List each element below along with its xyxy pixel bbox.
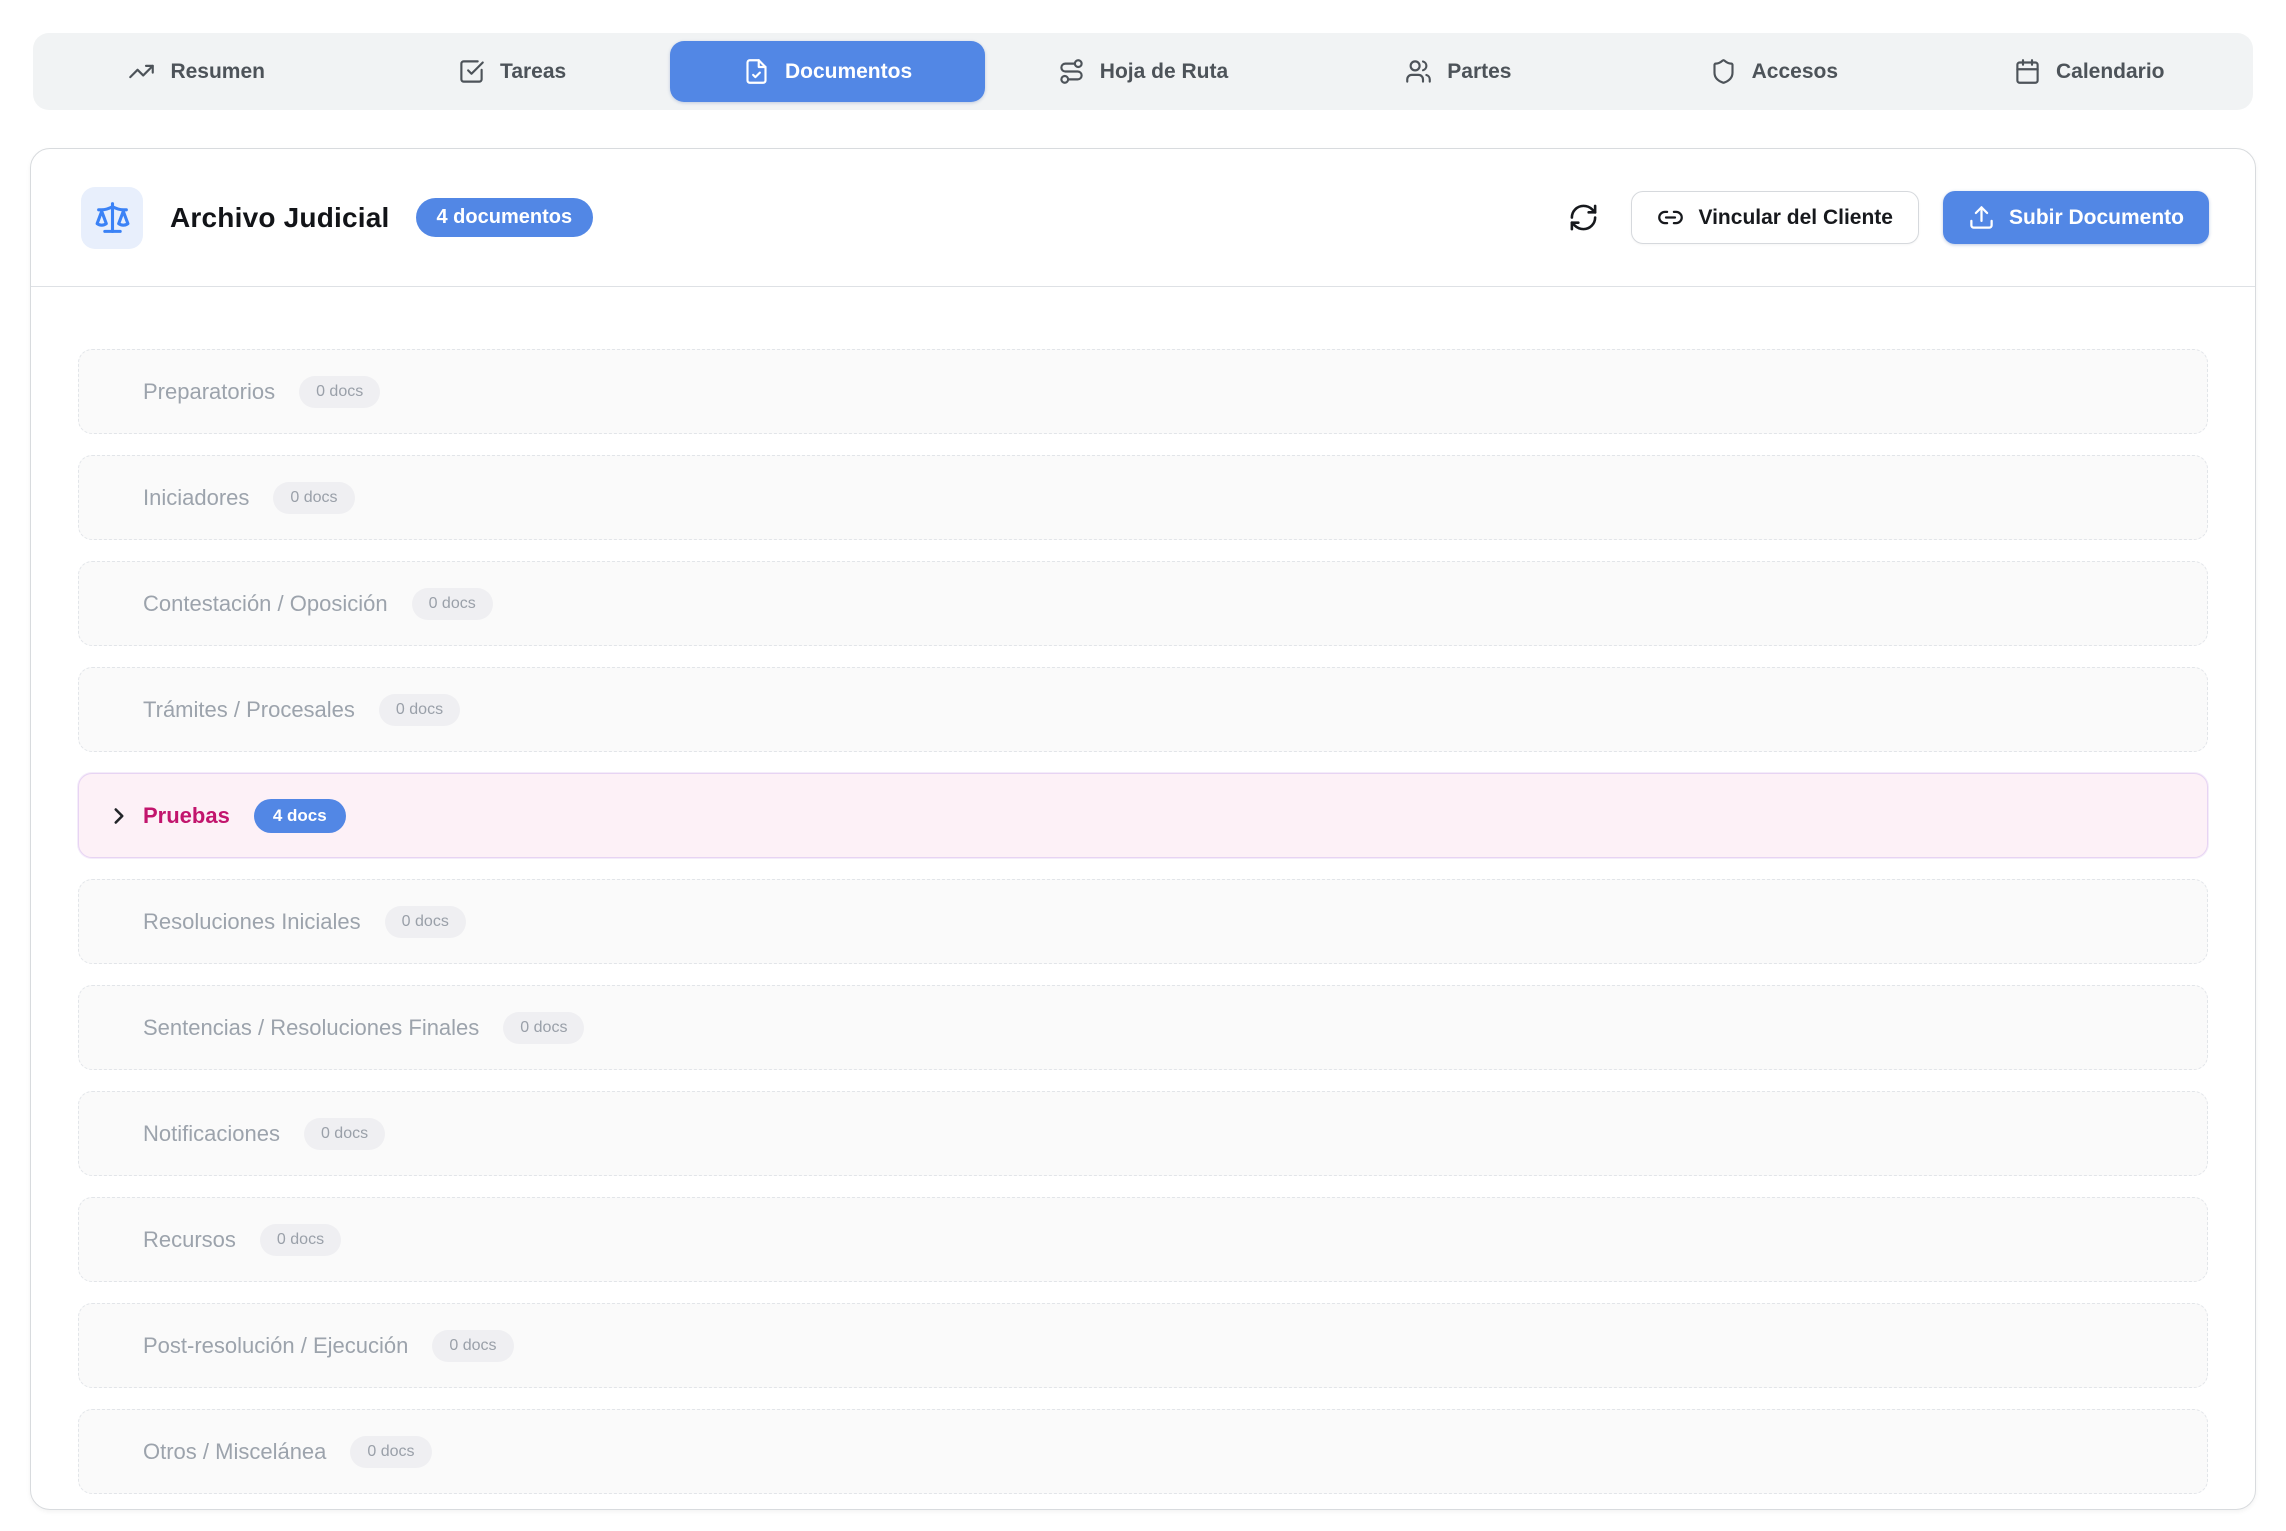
category-label: Preparatorios xyxy=(143,379,275,405)
category-row-resoluciones-iniciales[interactable]: Resoluciones Iniciales 0 docs xyxy=(78,879,2208,964)
category-row-preparatorios[interactable]: Preparatorios 0 docs xyxy=(78,349,2208,434)
category-row-otros-miscelanea[interactable]: Otros / Miscelánea 0 docs xyxy=(78,1409,2208,1494)
section-tabbar: Resumen Tareas Documentos Hoja de Ruta P… xyxy=(33,33,2253,110)
tab-calendario[interactable]: Calendario xyxy=(1932,41,2247,102)
tab-accesos[interactable]: Accesos xyxy=(1616,41,1931,102)
tab-tareas[interactable]: Tareas xyxy=(354,41,669,102)
category-label: Recursos xyxy=(143,1227,236,1253)
upload-document-button[interactable]: Subir Documento xyxy=(1943,191,2209,244)
shield-icon xyxy=(1710,58,1737,85)
tab-label: Documentos xyxy=(785,60,912,84)
category-count-badge: 0 docs xyxy=(412,588,493,620)
category-row-tramites-procesales[interactable]: Trámites / Procesales 0 docs xyxy=(78,667,2208,752)
category-count-badge: 0 docs xyxy=(432,1330,513,1362)
refresh-icon xyxy=(1568,202,1599,233)
category-row-iniciadores[interactable]: Iniciadores 0 docs xyxy=(78,455,2208,540)
calendar-icon xyxy=(2014,58,2041,85)
chevron-right-icon xyxy=(106,803,132,829)
category-label: Contestación / Oposición xyxy=(143,591,388,617)
page-title: Archivo Judicial xyxy=(170,202,390,234)
category-row-contestacion-oposicion[interactable]: Contestación / Oposición 0 docs xyxy=(78,561,2208,646)
category-label: Resoluciones Iniciales xyxy=(143,909,361,935)
check-square-icon xyxy=(458,58,485,85)
tab-documentos[interactable]: Documentos xyxy=(670,41,985,102)
refresh-button[interactable] xyxy=(1568,202,1599,233)
trending-up-icon xyxy=(128,58,155,85)
category-count-badge: 0 docs xyxy=(350,1436,431,1468)
link-icon xyxy=(1657,204,1684,231)
category-label: Otros / Miscelánea xyxy=(143,1439,326,1465)
category-count-badge: 0 docs xyxy=(273,482,354,514)
header-actions: Vincular del Cliente Subir Documento xyxy=(1568,191,2209,244)
tab-label: Accesos xyxy=(1752,60,1838,84)
category-row-notificaciones[interactable]: Notificaciones 0 docs xyxy=(78,1091,2208,1176)
tab-label: Hoja de Ruta xyxy=(1100,60,1228,84)
category-label: Iniciadores xyxy=(143,485,249,511)
category-label: Pruebas xyxy=(143,803,230,829)
category-count-badge: 0 docs xyxy=(379,694,460,726)
documents-card: Archivo Judicial 4 documentos Vincular d… xyxy=(30,148,2256,1510)
category-label: Trámites / Procesales xyxy=(143,697,355,723)
category-row-recursos[interactable]: Recursos 0 docs xyxy=(78,1197,2208,1282)
category-row-post-resolucion-ejecucion[interactable]: Post-resolución / Ejecución 0 docs xyxy=(78,1303,2208,1388)
link-client-button-label: Vincular del Cliente xyxy=(1698,206,1893,230)
link-client-button[interactable]: Vincular del Cliente xyxy=(1631,191,1919,244)
tab-hoja-de-ruta[interactable]: Hoja de Ruta xyxy=(985,41,1300,102)
category-row-pruebas[interactable]: Pruebas 4 docs xyxy=(78,773,2208,858)
tab-label: Calendario xyxy=(2056,60,2165,84)
tab-resumen[interactable]: Resumen xyxy=(39,41,354,102)
category-label: Notificaciones xyxy=(143,1121,280,1147)
upload-document-button-label: Subir Documento xyxy=(2009,206,2184,230)
category-count-badge: 0 docs xyxy=(299,376,380,408)
category-label: Post-resolución / Ejecución xyxy=(143,1333,408,1359)
category-row-sentencias-resoluciones-finales[interactable]: Sentencias / Resoluciones Finales 0 docs xyxy=(78,985,2208,1070)
category-count-badge: 0 docs xyxy=(385,906,466,938)
tab-label: Resumen xyxy=(170,60,265,84)
upload-icon xyxy=(1968,204,1995,231)
documents-count-badge: 4 documentos xyxy=(416,198,594,237)
category-label: Sentencias / Resoluciones Finales xyxy=(143,1015,479,1041)
category-count-badge: 4 docs xyxy=(254,799,346,833)
tab-label: Partes xyxy=(1447,60,1511,84)
category-count-badge: 0 docs xyxy=(260,1224,341,1256)
scale-icon xyxy=(81,187,143,249)
tab-label: Tareas xyxy=(500,60,566,84)
card-header: Archivo Judicial 4 documentos Vincular d… xyxy=(31,149,2255,287)
route-icon xyxy=(1058,58,1085,85)
file-check-icon xyxy=(743,58,770,85)
category-count-badge: 0 docs xyxy=(304,1118,385,1150)
tab-partes[interactable]: Partes xyxy=(1301,41,1616,102)
users-icon xyxy=(1405,58,1432,85)
category-list: Preparatorios 0 docs Iniciadores 0 docs … xyxy=(31,287,2255,1494)
category-count-badge: 0 docs xyxy=(503,1012,584,1044)
